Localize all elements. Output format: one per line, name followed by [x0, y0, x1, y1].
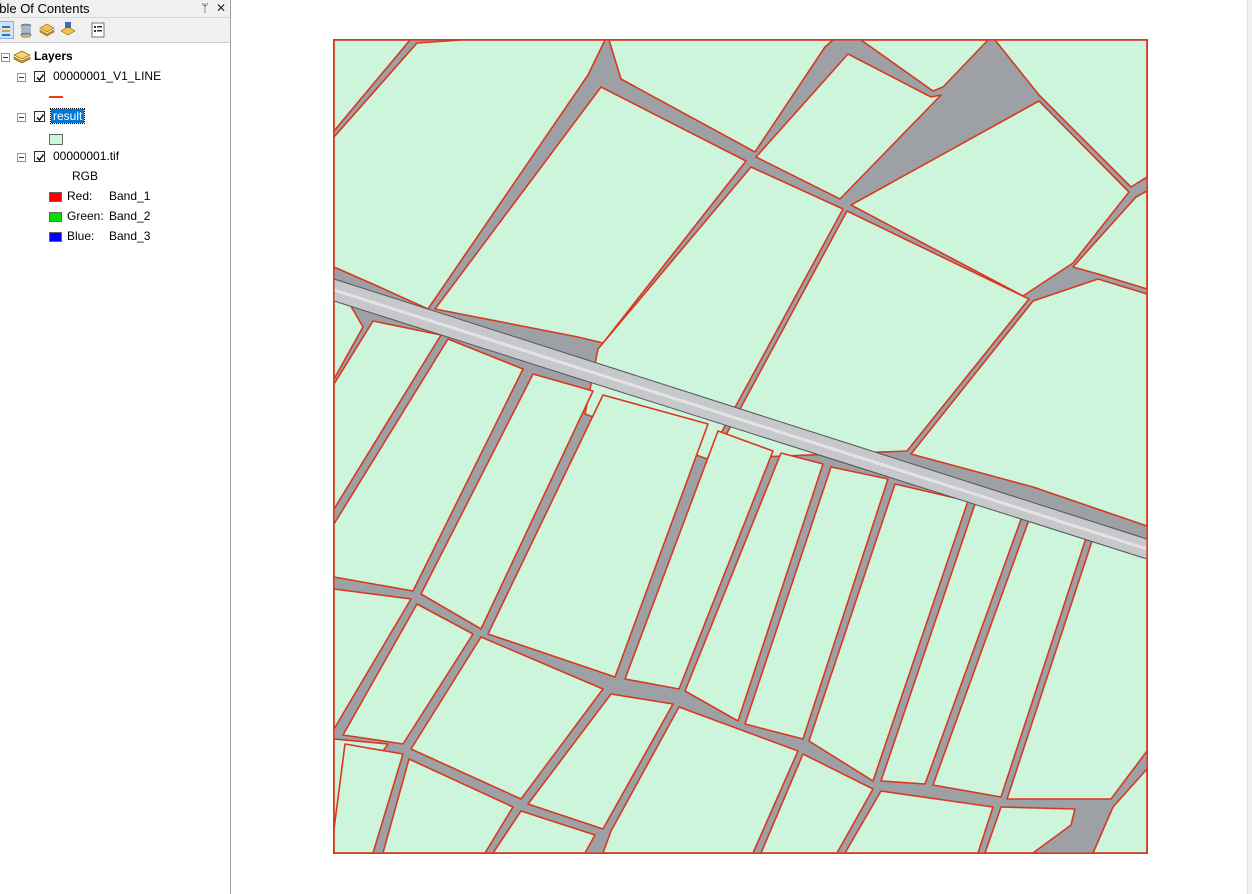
blue-channel-label: Blue:: [67, 229, 95, 243]
list-by-drawing-order-icon[interactable]: [0, 21, 14, 39]
raster-legend-heading: RGB: [72, 169, 99, 183]
layer-expander[interactable]: [17, 113, 26, 122]
list-by-source-icon[interactable]: [17, 21, 35, 39]
layers-icon: [13, 50, 31, 64]
toc-toolbar: [0, 18, 230, 43]
table-of-contents-panel: able Of Contents ᛘ ✕ Layers 00000001_V1_…: [0, 0, 231, 894]
close-icon[interactable]: ✕: [214, 0, 228, 16]
layer-label-line[interactable]: 00000001_V1_LINE: [53, 69, 161, 83]
blue-band-label: Band_3: [109, 229, 151, 243]
red-band-label: Band_1: [109, 189, 151, 203]
layer-visibility-checkbox[interactable]: [34, 151, 45, 162]
red-band-swatch[interactable]: [49, 192, 62, 202]
green-channel-label: Green:: [67, 209, 104, 223]
map-canvas[interactable]: [333, 39, 1148, 854]
list-by-selection-icon[interactable]: [59, 21, 77, 39]
blue-band-swatch[interactable]: [49, 232, 62, 242]
layers-expander[interactable]: [1, 53, 10, 62]
layer-visibility-checkbox[interactable]: [34, 71, 45, 82]
toc-title: able Of Contents: [0, 1, 90, 16]
layer-expander[interactable]: [17, 153, 26, 162]
green-band-swatch[interactable]: [49, 212, 62, 222]
pin-icon[interactable]: ᛘ: [198, 0, 212, 16]
layer-label-raster[interactable]: 00000001.tif: [53, 149, 119, 163]
polygon-symbol[interactable]: [49, 134, 63, 145]
layer-expander[interactable]: [17, 73, 26, 82]
line-symbol[interactable]: [49, 96, 63, 98]
options-icon[interactable]: [89, 21, 107, 39]
layer-label-result[interactable]: result: [49, 108, 86, 124]
green-band-label: Band_2: [109, 209, 151, 223]
red-channel-label: Red:: [67, 189, 93, 203]
vertical-scrollbar[interactable]: [1247, 0, 1252, 894]
layer-visibility-checkbox[interactable]: [34, 111, 45, 122]
list-by-visibility-icon[interactable]: [38, 21, 56, 39]
layers-root-label[interactable]: Layers: [34, 49, 73, 63]
toc-title-bar: able Of Contents ᛘ ✕: [0, 0, 230, 18]
